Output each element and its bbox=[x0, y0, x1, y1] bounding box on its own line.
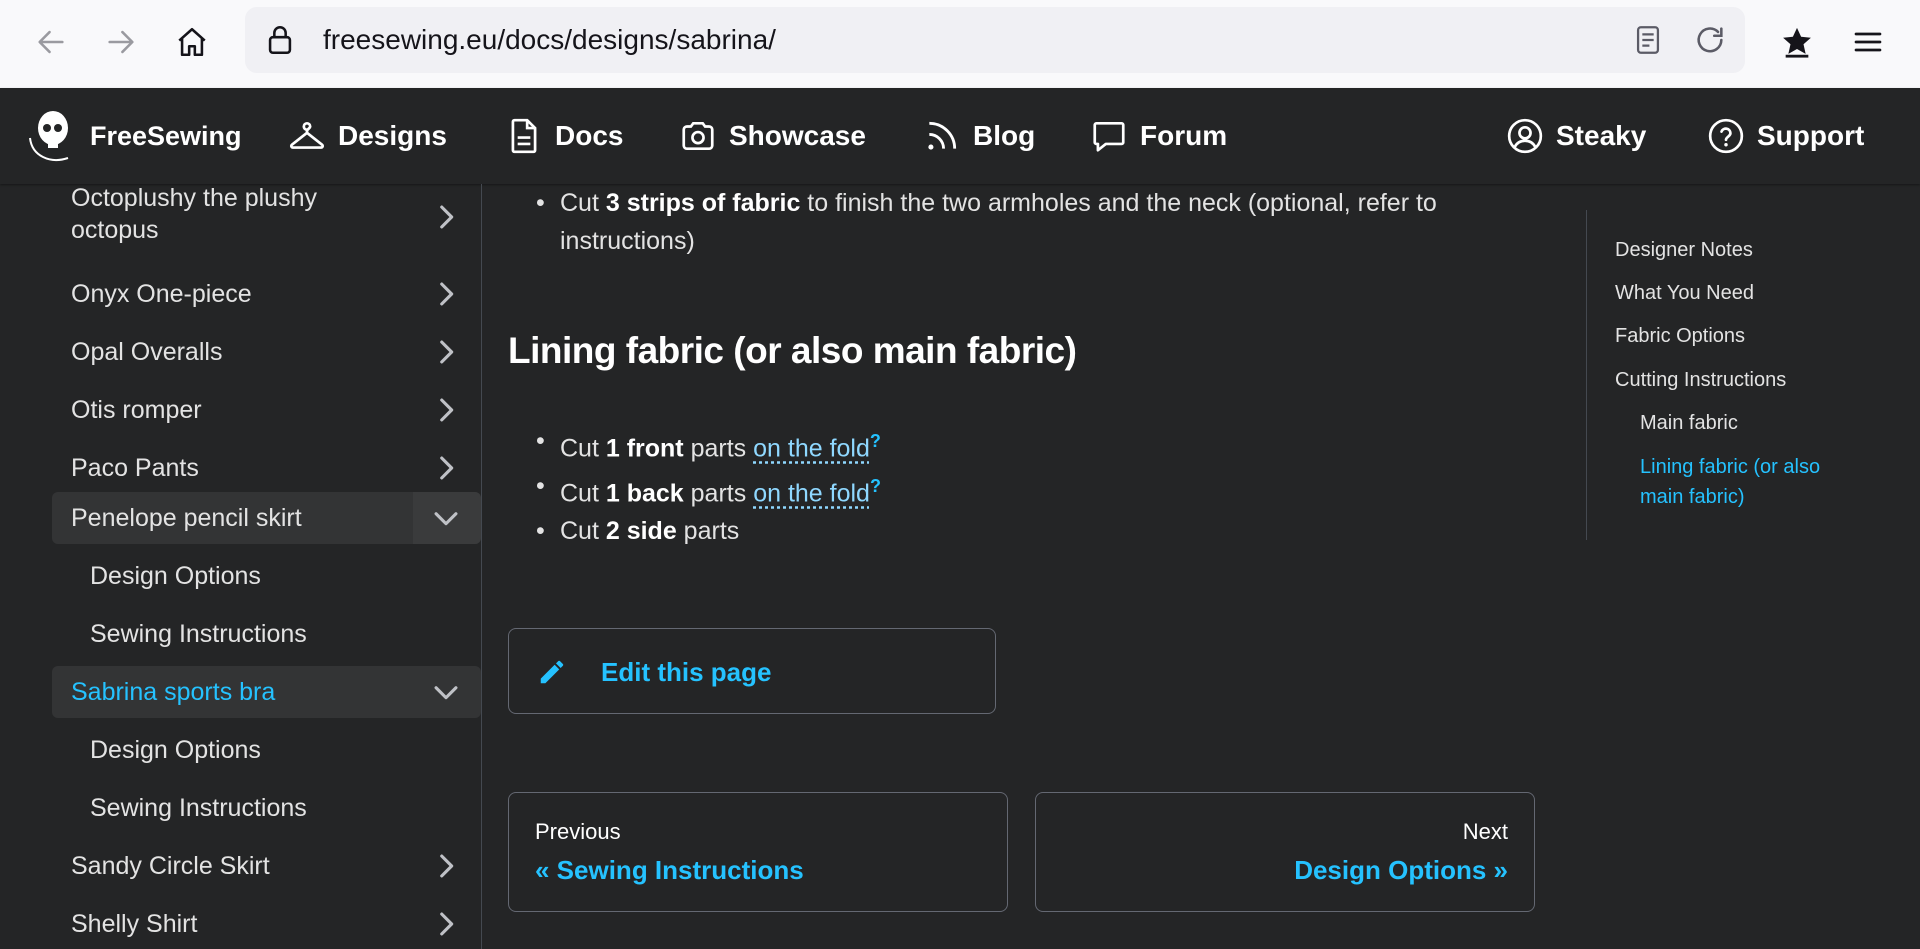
star-icon bbox=[1783, 27, 1811, 58]
chevron-right-icon[interactable] bbox=[429, 277, 463, 311]
nav-forum[interactable]: Forum bbox=[1090, 88, 1227, 184]
chevron-right-icon[interactable] bbox=[429, 907, 463, 941]
chat-icon bbox=[1093, 121, 1125, 152]
main-content: Cut 3 strips of fabric to finish the two… bbox=[508, 184, 1538, 949]
brand-name[interactable]: FreeSewing bbox=[90, 88, 242, 184]
edit-page-button[interactable]: Edit this page bbox=[508, 628, 996, 714]
sidebar-item-label: Paco Pants bbox=[71, 454, 199, 482]
rss-icon bbox=[928, 121, 957, 150]
nav-designs[interactable]: Designs bbox=[288, 88, 447, 184]
nav-account-label: Steaky bbox=[1556, 120, 1647, 151]
lock-icon bbox=[268, 26, 292, 55]
nav-support[interactable]: Support bbox=[1707, 88, 1864, 184]
sidebar-item-paco[interactable]: Paco Pants bbox=[52, 442, 481, 494]
sidebar-item-sabrina[interactable]: Sabrina sports bra bbox=[52, 666, 481, 718]
sidebar-item-label: Shelly Shirt bbox=[71, 910, 198, 938]
nav-showcase[interactable]: Showcase bbox=[679, 88, 866, 184]
home-button[interactable] bbox=[168, 18, 216, 66]
reader-mode-icon[interactable] bbox=[1631, 23, 1665, 57]
list-item: Cut 3 strips of fabric to finish the two… bbox=[536, 184, 1520, 260]
docs-sidebar: Octoplushy the plushy octopus Onyx One-pi… bbox=[0, 184, 482, 949]
nav-showcase-label: Showcase bbox=[729, 120, 866, 151]
sidebar-item-onyx[interactable]: Onyx One-piece bbox=[52, 268, 481, 320]
help-link[interactable]: ? bbox=[870, 431, 881, 451]
chevron-right-icon[interactable] bbox=[429, 393, 463, 427]
home-icon bbox=[178, 27, 206, 57]
nav-account[interactable]: Steaky bbox=[1506, 88, 1646, 184]
on-the-fold-link[interactable]: on the fold bbox=[753, 479, 870, 507]
help-circle-icon bbox=[1708, 118, 1744, 154]
nav-support-label: Support bbox=[1757, 120, 1865, 151]
chevron-right-icon[interactable] bbox=[429, 849, 463, 883]
pager-title: Design Options » bbox=[1294, 855, 1508, 885]
nav-blog-label: Blog bbox=[973, 120, 1036, 151]
list-item: Cut 2 side parts bbox=[536, 512, 1520, 550]
hanger-icon bbox=[290, 122, 324, 149]
pager-title: « Sewing Instructions bbox=[535, 855, 804, 885]
sidebar-item-shelly[interactable]: Shelly Shirt bbox=[52, 898, 481, 949]
sidebar-item-opal[interactable]: Opal Overalls bbox=[52, 326, 481, 378]
chevron-right-icon[interactable] bbox=[429, 451, 463, 485]
user-circle-icon bbox=[1507, 118, 1543, 154]
pager-sublabel: Previous bbox=[535, 819, 621, 844]
sidebar-item-label: Otis romper bbox=[71, 396, 202, 424]
nav-designs-label: Designs bbox=[338, 120, 447, 151]
document-icon bbox=[511, 118, 537, 154]
table-of-contents: Designer Notes What You Need Fabric Opti… bbox=[1586, 210, 1906, 540]
sidebar-item-penelope[interactable]: Penelope pencil skirt bbox=[52, 492, 481, 544]
back-button[interactable] bbox=[27, 18, 75, 66]
toc-item-designer-notes[interactable]: Designer Notes bbox=[1615, 235, 1885, 265]
toc-item-cutting-instructions[interactable]: Cutting Instructions bbox=[1615, 365, 1885, 395]
sidebar-subitem-sabrina-sewing-instructions[interactable]: Sewing Instructions bbox=[90, 794, 307, 823]
list-item: Cut 1 front parts on the fold? bbox=[536, 422, 1520, 467]
toc-item-lining-fabric[interactable]: Lining fabric (or also main fabric) bbox=[1640, 452, 1910, 512]
chevron-down-icon[interactable] bbox=[429, 675, 463, 709]
chevron-right-icon[interactable] bbox=[429, 335, 463, 369]
sidebar-item-octoplushy[interactable]: Octoplushy the plushy octopus bbox=[52, 184, 481, 250]
arrow-left-icon bbox=[38, 30, 64, 54]
previous-page-link[interactable]: Previous « Sewing Instructions bbox=[508, 792, 1008, 912]
menu-button[interactable] bbox=[1846, 20, 1890, 64]
bookmarks-button[interactable] bbox=[1775, 20, 1819, 64]
list-item: Cut 1 back parts on the fold? bbox=[536, 467, 1520, 512]
sidebar-item-label: Penelope pencil skirt bbox=[71, 504, 302, 532]
next-page-link[interactable]: Next Design Options » bbox=[1035, 792, 1535, 912]
help-link[interactable]: ? bbox=[870, 476, 881, 496]
sidebar-subitem-sabrina-design-options[interactable]: Design Options bbox=[90, 736, 261, 765]
sidebar-item-label: Onyx One-piece bbox=[71, 280, 252, 308]
sidebar-item-otis[interactable]: Otis romper bbox=[52, 384, 481, 436]
camera-icon bbox=[682, 121, 714, 151]
url-text[interactable]: freesewing.eu/docs/designs/sabrina/ bbox=[323, 7, 776, 73]
chevron-right-icon[interactable] bbox=[429, 200, 463, 234]
edit-page-label: Edit this page bbox=[601, 657, 772, 687]
forward-button[interactable] bbox=[97, 18, 145, 66]
nav-blog[interactable]: Blog bbox=[923, 88, 1035, 184]
chevron-down-icon[interactable] bbox=[429, 501, 463, 535]
toc-item-what-you-need[interactable]: What You Need bbox=[1615, 278, 1885, 308]
hamburger-menu-icon bbox=[1854, 32, 1882, 52]
nav-docs-label: Docs bbox=[555, 120, 624, 151]
nav-forum-label: Forum bbox=[1140, 120, 1228, 151]
pencil-icon bbox=[540, 660, 564, 684]
freesewing-skull-logo-icon[interactable] bbox=[26, 108, 76, 164]
sidebar-item-sandy[interactable]: Sandy Circle Skirt bbox=[52, 840, 481, 892]
pager-sublabel: Next bbox=[1462, 819, 1508, 844]
sidebar-subitem-penelope-design-options[interactable]: Design Options bbox=[90, 562, 261, 591]
section-heading: Lining fabric (or also main fabric) bbox=[508, 330, 1077, 371]
on-the-fold-link[interactable]: on the fold bbox=[753, 434, 870, 462]
toc-item-main-fabric[interactable]: Main fabric bbox=[1640, 408, 1910, 438]
sidebar-item-label: Opal Overalls bbox=[71, 338, 223, 366]
sidebar-item-label: Sabrina sports bra bbox=[71, 678, 276, 706]
site-navbar: FreeSewing Designs Docs Showcase Blog Fo… bbox=[0, 88, 1920, 184]
sidebar-subitem-penelope-sewing-instructions[interactable]: Sewing Instructions bbox=[90, 620, 307, 649]
arrow-right-icon bbox=[108, 30, 134, 54]
reload-icon[interactable] bbox=[1693, 23, 1727, 57]
nav-docs[interactable]: Docs bbox=[505, 88, 623, 184]
url-bar[interactable]: freesewing.eu/docs/designs/sabrina/ bbox=[245, 7, 1745, 73]
sidebar-item-label: Octoplushy the plushy octopus bbox=[71, 184, 317, 244]
toc-item-fabric-options[interactable]: Fabric Options bbox=[1615, 321, 1885, 351]
browser-toolbar: freesewing.eu/docs/designs/sabrina/ bbox=[0, 0, 1920, 88]
sidebar-item-label: Sandy Circle Skirt bbox=[71, 852, 270, 880]
